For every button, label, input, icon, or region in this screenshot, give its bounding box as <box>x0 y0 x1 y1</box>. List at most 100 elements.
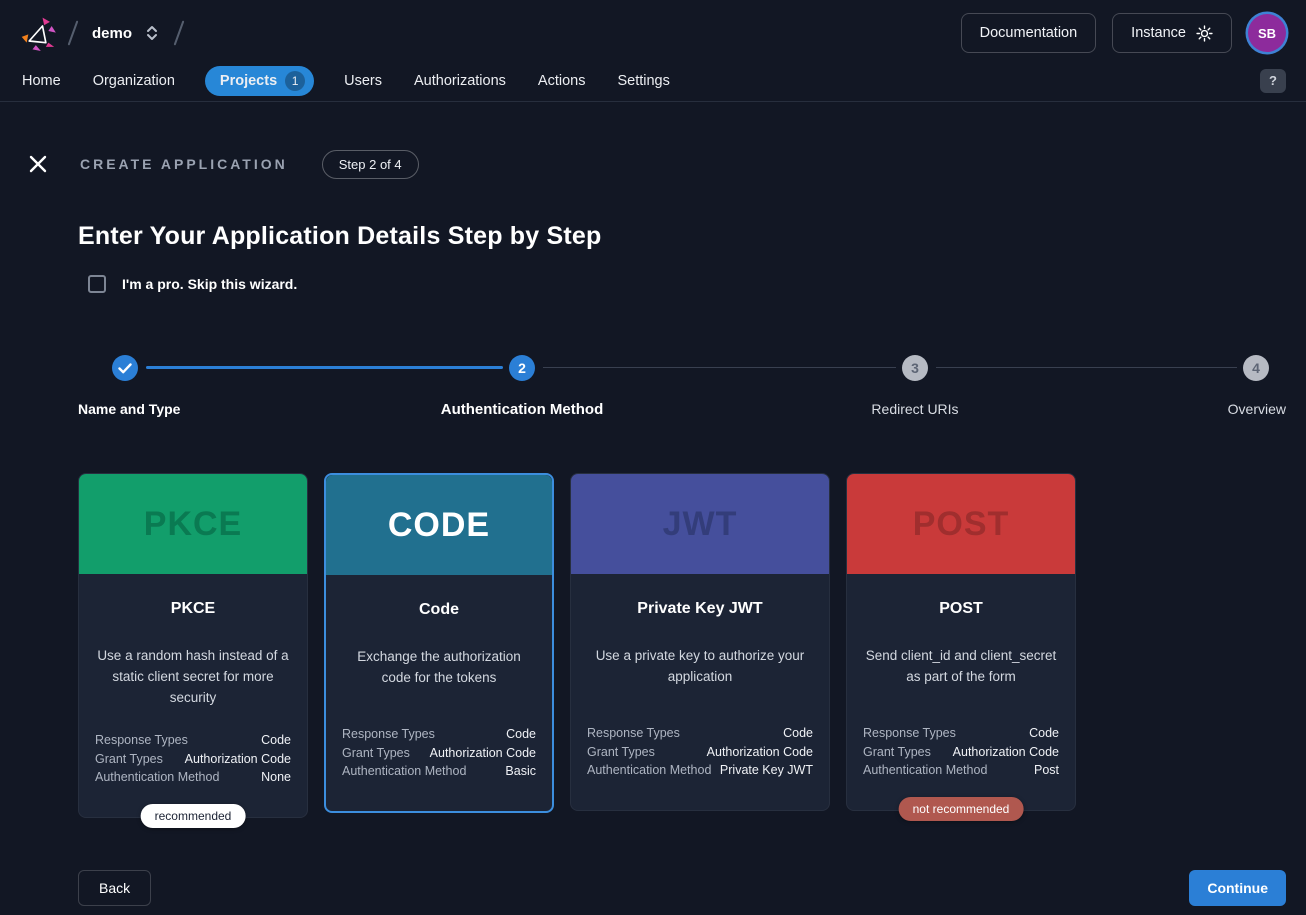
recommended-badge: recommended <box>141 804 246 828</box>
card-title: Private Key JWT <box>587 600 813 618</box>
close-icon <box>29 155 47 173</box>
step-circle-redirect-uris: 3 <box>902 355 928 381</box>
attr-value: Code <box>1029 724 1059 743</box>
attr-row: Authentication Method Post <box>863 761 1059 780</box>
card-banner: JWT <box>571 474 829 574</box>
wizard-actions: Back Continue <box>78 870 1286 906</box>
attr-row: Response Types Code <box>95 731 291 750</box>
close-button[interactable] <box>20 146 56 182</box>
projects-count-badge: 1 <box>285 71 305 91</box>
back-button[interactable]: Back <box>78 870 151 906</box>
step-circle-authentication-method: 2 <box>509 355 535 381</box>
attr-row: Authentication Method Basic <box>342 762 536 781</box>
card-title: PKCE <box>95 600 291 618</box>
attr-row: Grant Types Authorization Code <box>863 743 1059 762</box>
card-body: Code Exchange the authorization code for… <box>326 575 552 811</box>
skip-wizard-checkbox[interactable] <box>88 275 106 293</box>
card-description: Use a private key to authorize your appl… <box>587 646 813 688</box>
documentation-button[interactable]: Documentation <box>961 13 1097 53</box>
help-button[interactable]: ? <box>1260 69 1286 93</box>
nav-item-projects[interactable]: Projects 1 <box>205 66 314 96</box>
step-number: 2 <box>518 360 526 376</box>
attr-value: Post <box>1034 761 1059 780</box>
attr-label: Grant Types <box>863 743 931 762</box>
step-number: 4 <box>1252 360 1260 376</box>
topbar-right: Documentation Instance SB <box>961 13 1286 53</box>
zitadel-logo-icon[interactable] <box>20 15 60 52</box>
gear-icon <box>1196 25 1213 42</box>
card-attributes: Response Types Code Grant Types Authoriz… <box>95 709 291 787</box>
attr-row: Response Types Code <box>863 724 1059 743</box>
user-avatar[interactable]: SB <box>1248 14 1286 52</box>
card-banner: CODE <box>326 475 552 575</box>
stepper-line-upcoming <box>936 367 1237 368</box>
nav-item-settings[interactable]: Settings <box>615 68 671 94</box>
instance-label: Instance <box>1131 25 1186 41</box>
topbar: demo Documentation Instance SB <box>0 0 1306 66</box>
avatar-initials: SB <box>1258 26 1276 41</box>
instance-button[interactable]: Instance <box>1112 13 1232 53</box>
attr-row: Authentication Method Private Key JWT <box>587 761 813 780</box>
attr-value: None <box>261 768 291 787</box>
attr-label: Response Types <box>863 724 956 743</box>
nav-item-organization[interactable]: Organization <box>91 68 177 94</box>
step-label-name-and-type: Name and Type <box>78 401 180 417</box>
step-circle-name-and-type <box>112 355 138 381</box>
auth-method-card-jwt[interactable]: JWT Private Key JWT Use a private key to… <box>570 473 830 811</box>
wizard-stepper: 2 3 4 Name and Type Authentication Metho… <box>0 355 1306 433</box>
attr-label: Grant Types <box>587 743 655 762</box>
step-progress-badge: Step 2 of 4 <box>322 150 419 179</box>
card-attributes: Response Types Code Grant Types Authoriz… <box>863 702 1059 780</box>
check-icon <box>118 363 132 374</box>
nav-item-projects-label: Projects <box>220 73 277 89</box>
card-description: Send client_id and client_secret as part… <box>863 646 1059 688</box>
skip-wizard-row: I'm a pro. Skip this wizard. <box>88 275 297 293</box>
step-circle-overview: 4 <box>1243 355 1269 381</box>
nav-item-actions[interactable]: Actions <box>536 68 588 94</box>
attr-value: Code <box>261 731 291 750</box>
card-banner: PKCE <box>79 474 307 574</box>
card-banner: POST <box>847 474 1075 574</box>
attr-row: Response Types Code <box>587 724 813 743</box>
card-attributes: Response Types Code Grant Types Authoriz… <box>342 703 536 781</box>
attr-label: Authentication Method <box>95 768 219 787</box>
attr-value: Code <box>783 724 813 743</box>
card-body: PKCE Use a random hash instead of a stat… <box>79 574 307 817</box>
attr-label: Response Types <box>342 725 435 744</box>
nav-item-authorizations[interactable]: Authorizations <box>412 68 508 94</box>
attr-row: Grant Types Authorization Code <box>95 750 291 769</box>
org-switcher[interactable]: demo <box>86 18 166 48</box>
step-label-overview: Overview <box>1228 401 1286 417</box>
attr-label: Grant Types <box>95 750 163 769</box>
org-name: demo <box>92 25 132 42</box>
attr-value: Authorization Code <box>185 750 291 769</box>
continue-button[interactable]: Continue <box>1189 870 1286 906</box>
stepper-line-upcoming <box>543 367 896 368</box>
card-body: Private Key JWT Use a private key to aut… <box>571 574 829 810</box>
auth-method-card-pkce[interactable]: PKCE PKCE Use a random hash instead of a… <box>78 473 308 818</box>
card-title: POST <box>863 600 1059 618</box>
auth-method-card-code[interactable]: CODE Code Exchange the authorization cod… <box>324 473 554 813</box>
attr-label: Authentication Method <box>587 761 711 780</box>
attr-value: Authorization Code <box>430 744 536 763</box>
attr-row: Response Types Code <box>342 725 536 744</box>
auth-method-cards: PKCE PKCE Use a random hash instead of a… <box>78 473 1306 818</box>
attr-value: Private Key JWT <box>720 761 813 780</box>
attr-value: Authorization Code <box>953 743 1059 762</box>
attr-value: Code <box>506 725 536 744</box>
nav-item-users[interactable]: Users <box>342 68 384 94</box>
step-label-redirect-uris: Redirect URIs <box>815 401 1015 417</box>
attr-row: Grant Types Authorization Code <box>342 744 536 763</box>
attr-label: Response Types <box>95 731 188 750</box>
card-description: Use a random hash instead of a static cl… <box>95 646 291 709</box>
attr-value: Authorization Code <box>707 743 813 762</box>
documentation-label: Documentation <box>980 25 1078 41</box>
nav-item-home[interactable]: Home <box>20 68 63 94</box>
step-label-authentication-method: Authentication Method <box>372 401 672 418</box>
breadcrumb-slash <box>68 20 79 45</box>
not-recommended-badge: not recommended <box>899 797 1024 821</box>
wizard-title: CREATE APPLICATION <box>80 156 288 172</box>
card-title: Code <box>342 601 536 619</box>
auth-method-card-post[interactable]: POST POST Send client_id and client_secr… <box>846 473 1076 811</box>
attr-label: Response Types <box>587 724 680 743</box>
